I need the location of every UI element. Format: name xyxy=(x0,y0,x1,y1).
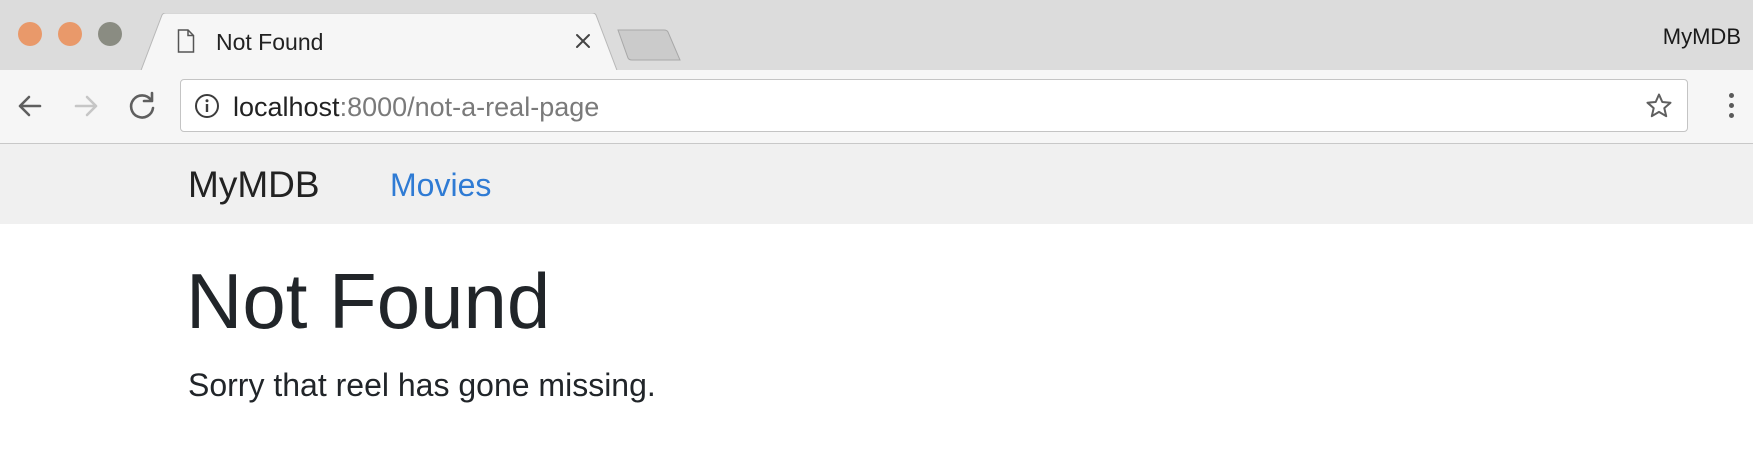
menu-dot xyxy=(1729,113,1734,118)
site-brand[interactable]: MyMDB xyxy=(188,165,320,205)
page-title: Not Found xyxy=(186,257,551,345)
site-navbar: MyMDB Movies xyxy=(0,144,1753,224)
document-icon xyxy=(177,29,195,53)
window-minimize-button[interactable] xyxy=(58,22,82,46)
back-arrow-icon[interactable] xyxy=(12,88,48,124)
url-text[interactable]: localhost:8000/not-a-real-page xyxy=(233,92,599,122)
nav-link-movies[interactable]: Movies xyxy=(390,167,491,203)
window-close-button[interactable] xyxy=(18,22,42,46)
star-icon[interactable] xyxy=(1645,92,1673,120)
url-path: :8000/not-a-real-page xyxy=(339,92,600,122)
more-vertical-icon[interactable] xyxy=(1721,88,1741,124)
browser-toolbar: localhost:8000/not-a-real-page xyxy=(0,70,1753,144)
tab-strip: Not Found MyMDB xyxy=(0,0,1753,73)
menu-dot xyxy=(1729,103,1734,108)
profile-name[interactable]: MyMDB xyxy=(1663,24,1741,50)
info-icon[interactable] xyxy=(194,93,220,119)
tab-title: Not Found xyxy=(216,29,324,55)
address-bar[interactable]: localhost:8000/not-a-real-page xyxy=(180,79,1688,132)
tab-active[interactable]: Not Found xyxy=(165,13,595,70)
close-icon[interactable] xyxy=(571,29,595,53)
forward-arrow-icon[interactable] xyxy=(68,88,104,124)
browser-window: Not Found MyMDB localhost:8000/not-a-rea… xyxy=(0,0,1753,471)
reload-icon[interactable] xyxy=(124,88,160,124)
menu-dot xyxy=(1729,93,1734,98)
new-tab-icon[interactable] xyxy=(614,28,684,62)
url-host: localhost xyxy=(233,92,340,122)
window-maximize-button[interactable] xyxy=(98,22,122,46)
page-message: Sorry that reel has gone missing. xyxy=(188,367,656,403)
